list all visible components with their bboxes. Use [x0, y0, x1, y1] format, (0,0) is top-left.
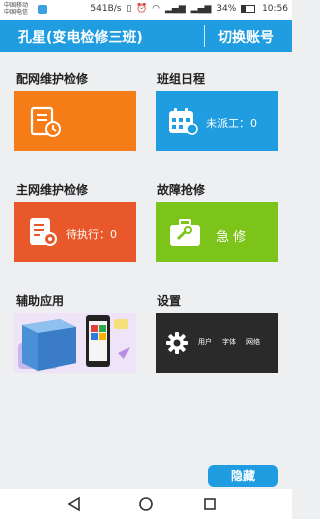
settings-network: 网络: [246, 338, 260, 346]
page-title: 孔星(变电检修三班): [18, 30, 143, 46]
tile-settings[interactable]: 用户 字体 网络: [156, 313, 278, 373]
switch-account-button[interactable]: 切换账号: [218, 27, 274, 47]
wifi-icon: ◠: [152, 4, 161, 14]
pending-execution-count: 待执行：0: [66, 228, 117, 241]
clock: 10:56: [262, 4, 288, 14]
recent-apps-icon[interactable]: [202, 496, 218, 512]
tile-fault-repair[interactable]: 急 修: [156, 202, 278, 262]
gear-icon: [166, 332, 188, 354]
notification-icon: [38, 5, 47, 14]
status-right: 541B/s ▯ ⏰ ◠ ▂▄▆ ▂▄▆ 34% 10:56: [88, 3, 288, 16]
carrier-2: 中国电信: [4, 9, 29, 16]
signal-icon: ▂▄▆: [165, 4, 186, 14]
settings-user: 用户: [198, 338, 212, 346]
home-icon[interactable]: [138, 496, 154, 512]
app-collage-illustration: [14, 313, 136, 373]
carrier-info: 中国移动 中国电信: [4, 2, 28, 16]
back-icon[interactable]: [66, 496, 82, 512]
system-nav-bar: [0, 489, 292, 519]
document-gear-icon: [30, 218, 57, 246]
battery-percent: 34%: [216, 4, 237, 14]
module-label-team-schedule: 班组日程: [157, 72, 206, 86]
alarm-icon: ⏰: [136, 4, 148, 14]
status-bar: 中国移动 中国电信 541B/s ▯ ⏰ ◠ ▂▄▆ ▂▄▆ 34% 10:56: [0, 0, 292, 20]
emergency-repair-label: 急 修: [216, 230, 247, 245]
vibrate-icon: ▯: [126, 4, 132, 14]
header-divider: [204, 25, 205, 47]
unassigned-count: 未派工：0: [206, 117, 257, 130]
calendar-people-icon: [169, 108, 198, 135]
module-label-distribution-maintenance: 配网维护检修: [16, 72, 89, 86]
settings-font: 字体: [222, 338, 236, 346]
app-bar: 孔星(变电检修三班) 切换账号: [0, 20, 292, 52]
tile-main-grid-maintenance[interactable]: 待执行：0: [14, 202, 136, 262]
toolbox-icon: [170, 219, 200, 246]
module-label-main-grid-maintenance: 主网维护检修: [16, 183, 89, 197]
document-clock-icon: [30, 106, 61, 137]
hide-button[interactable]: 隐藏: [208, 465, 278, 487]
tile-distribution-maintenance[interactable]: [14, 91, 136, 151]
carrier-1: 中国移动: [4, 2, 29, 9]
tile-team-schedule[interactable]: 未派工：0: [156, 91, 278, 151]
signal-icon-2: ▂▄▆: [190, 4, 212, 14]
tile-auxiliary-apps[interactable]: [14, 313, 136, 373]
battery-icon: [241, 4, 256, 13]
module-label-fault-repair: 故障抢修: [157, 183, 206, 197]
module-label-settings: 设置: [157, 294, 182, 308]
network-speed: 541B/s: [90, 4, 122, 14]
module-label-auxiliary-apps: 辅助应用: [16, 294, 65, 308]
